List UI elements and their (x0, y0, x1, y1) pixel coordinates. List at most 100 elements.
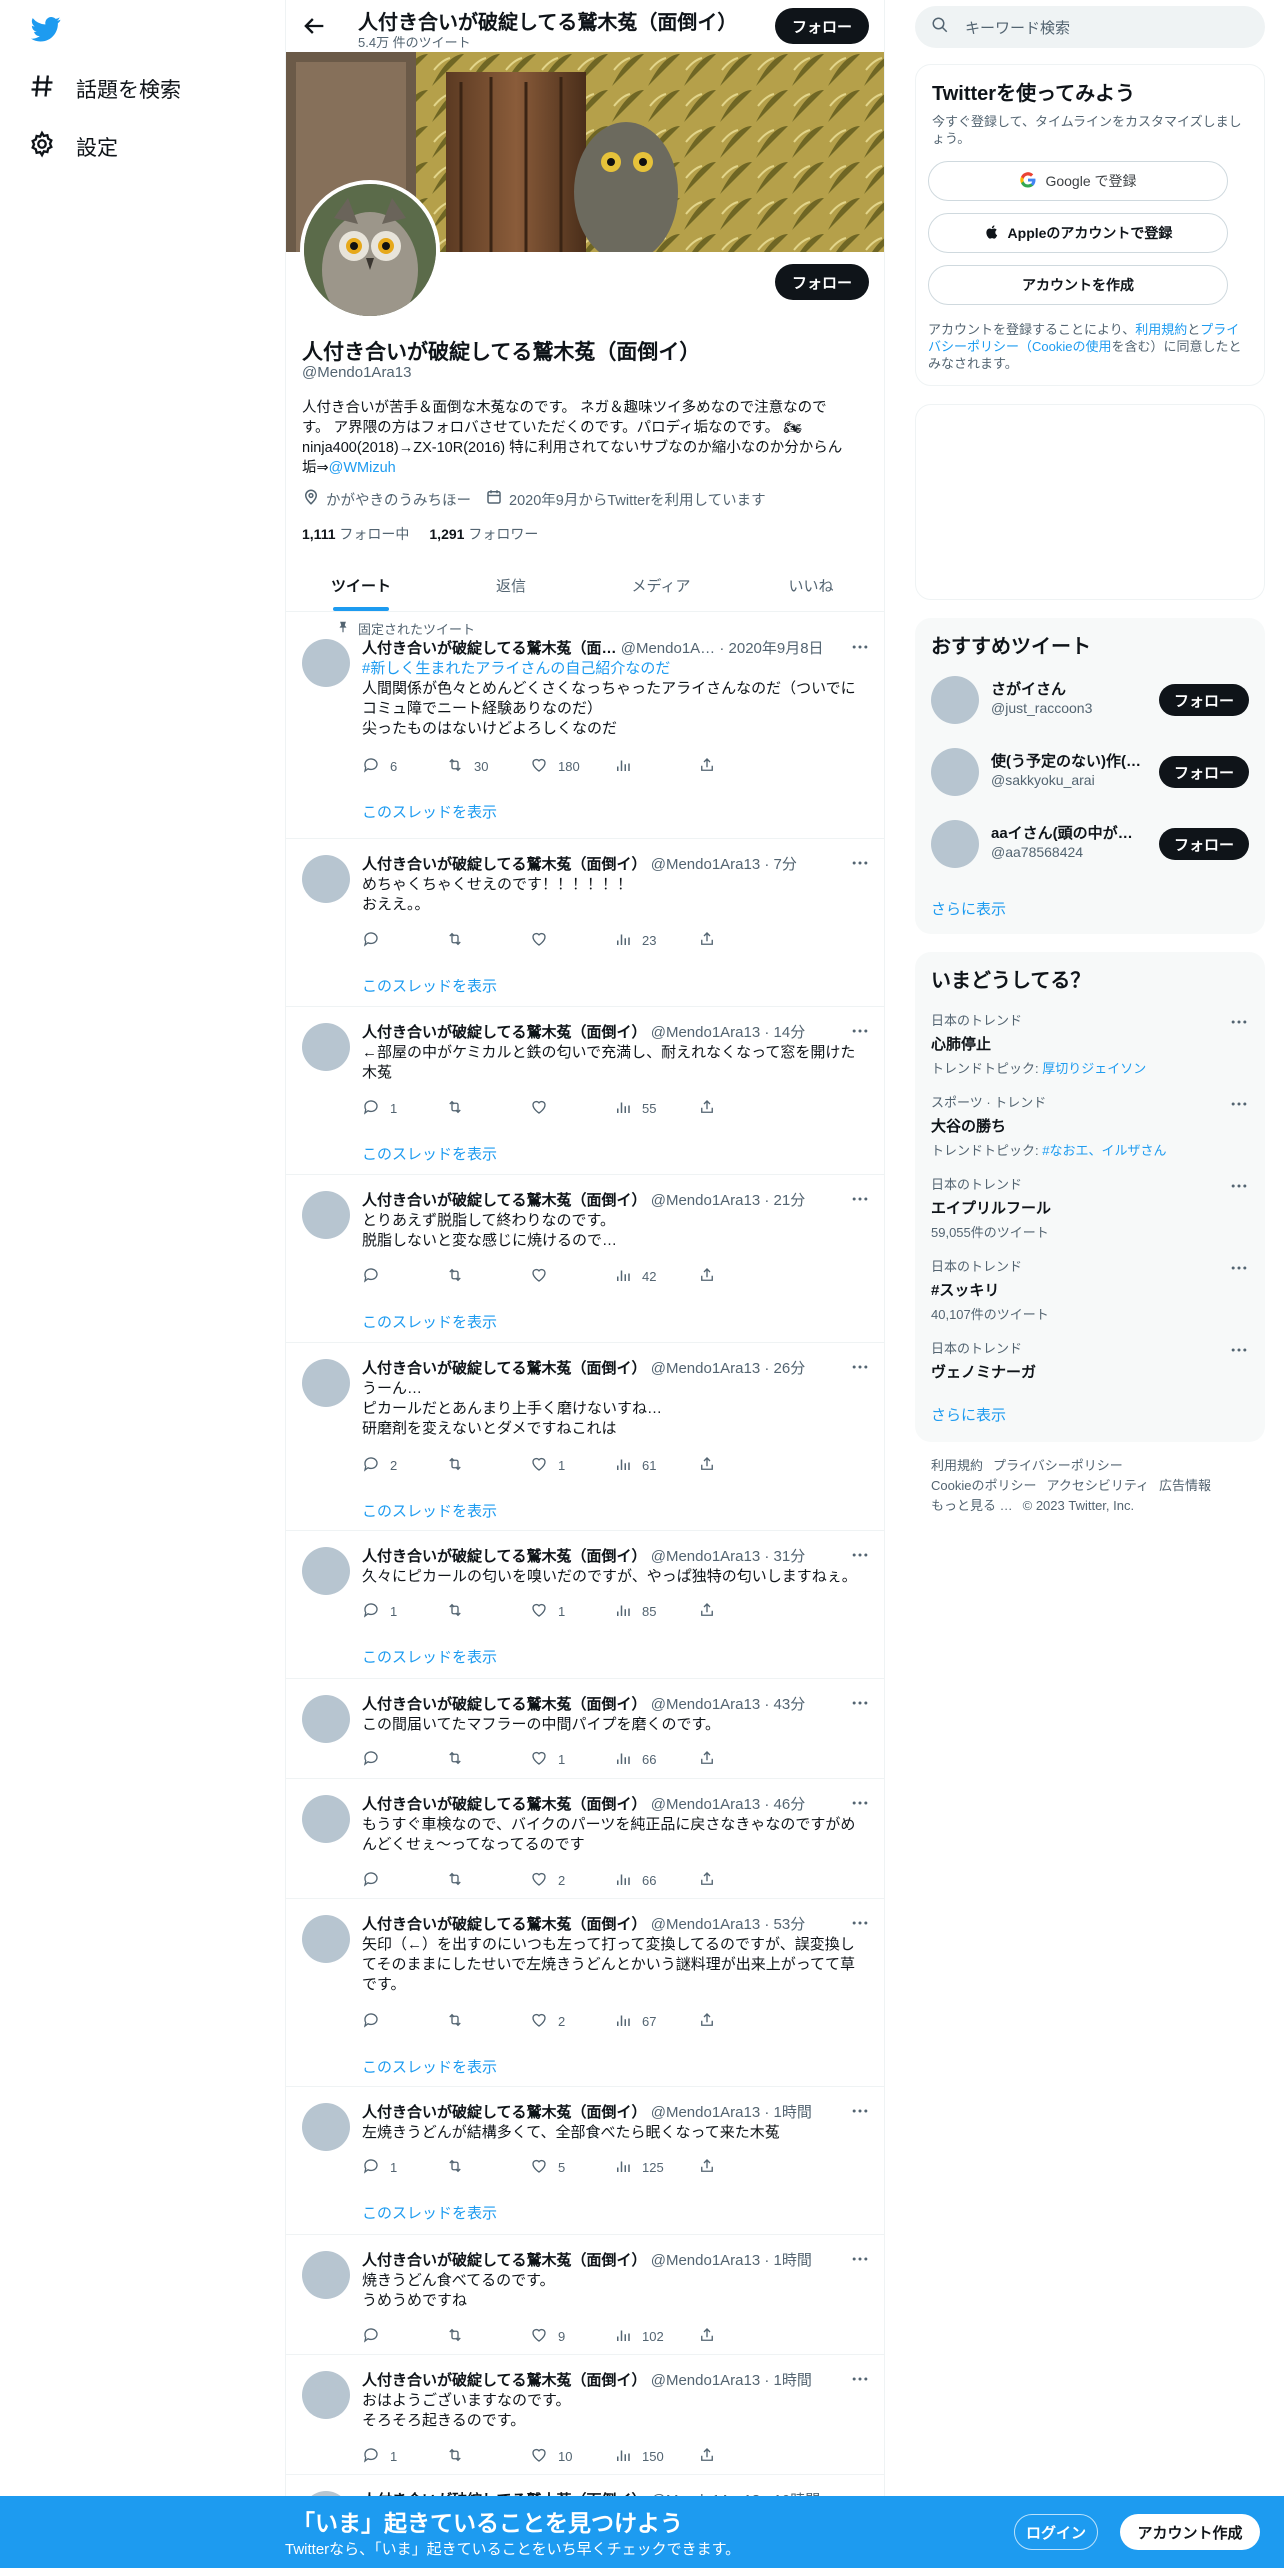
reply-action[interactable] (362, 2325, 446, 2347)
reply-action[interactable]: 1 (362, 1600, 446, 1622)
twitter-logo-icon[interactable] (28, 14, 64, 44)
trend-topic-link[interactable]: 厚切りジェイソン (1042, 1061, 1146, 1076)
show-thread-link[interactable]: このスレッドを表示 (362, 1646, 497, 1667)
footer-link[interactable]: 広告情報 (1159, 1478, 1211, 1493)
tweet[interactable]: 人付き合いが破綻してる鷲木菟（面倒イ） @Mendo1Ara13 · 46分 もう… (286, 1779, 884, 1899)
more-icon[interactable] (850, 2249, 870, 2269)
retweet-action[interactable]: 30 (446, 755, 530, 777)
avatar[interactable] (302, 1023, 350, 1071)
retweet-action[interactable] (446, 1097, 530, 1119)
views-action[interactable]: 66 (614, 1748, 698, 1770)
footer-link[interactable]: プライバシーポリシー (993, 1458, 1123, 1473)
reply-action[interactable]: 1 (362, 2156, 446, 2178)
retweet-action[interactable] (446, 2445, 530, 2467)
profile-follow-button[interactable]: フォロー (775, 264, 869, 300)
views-action[interactable]: 150 (614, 2445, 698, 2467)
tweet[interactable]: 人付き合いが破綻してる鷲木菟（面倒イ） @Mendo1Ara13 · 26分 うー… (286, 1343, 884, 1531)
reply-action[interactable]: 6 (362, 755, 446, 777)
following-link[interactable]: 1,111 フォロー中 (302, 524, 409, 544)
avatar[interactable] (302, 2371, 350, 2419)
views-action[interactable] (614, 755, 698, 777)
avatar[interactable] (302, 1191, 350, 1239)
suggested-user[interactable]: さがイさん @just_raccoon3 フォロー (931, 670, 1249, 730)
share-action[interactable] (698, 1265, 782, 1287)
trend-item[interactable]: 日本のトレンド 心肺停止 トレンドトピック: 厚切りジェイソン (931, 1010, 1249, 1077)
more-icon[interactable] (850, 1793, 870, 1813)
followers-link[interactable]: 1,291 フォロワー (429, 524, 538, 544)
reply-action[interactable]: 2 (362, 1454, 446, 1476)
trends-show-more[interactable]: さらに表示 (931, 1404, 1006, 1425)
google-signup-button[interactable]: Google で登録 (928, 161, 1228, 201)
tweet-author-name[interactable]: 人付き合いが破綻してる鷲木菟（面倒イ） (362, 1916, 647, 1933)
like-action[interactable]: 1 (530, 1600, 614, 1622)
show-thread-link[interactable]: このスレッドを表示 (362, 1311, 497, 1332)
like-action[interactable] (530, 1097, 614, 1119)
footer-link[interactable]: 利用規約 (931, 1458, 983, 1473)
like-action[interactable]: 2 (530, 1869, 614, 1891)
trend-item[interactable]: 日本のトレンド #スッキリ 40,107件のツイート (931, 1256, 1249, 1323)
reply-action[interactable]: 1 (362, 1097, 446, 1119)
share-action[interactable] (698, 2445, 782, 2467)
like-action[interactable]: 2 (530, 2010, 614, 2032)
login-button[interactable]: ログイン (1014, 2514, 1098, 2550)
tweet-author-name[interactable]: 人付き合いが破綻してる鷲木菟（面倒イ） (362, 1696, 647, 1713)
more-icon[interactable] (850, 2101, 870, 2121)
share-action[interactable] (698, 1869, 782, 1891)
share-action[interactable] (698, 755, 782, 777)
share-action[interactable] (698, 929, 782, 951)
like-action[interactable]: 5 (530, 2156, 614, 2178)
back-arrow-icon[interactable] (300, 12, 328, 40)
show-thread-link[interactable]: このスレッドを表示 (362, 975, 497, 996)
views-action[interactable]: 66 (614, 1869, 698, 1891)
like-action[interactable]: 1 (530, 1748, 614, 1770)
more-icon[interactable] (1229, 1094, 1249, 1114)
avatar[interactable] (302, 855, 350, 903)
tweet[interactable]: 人付き合いが破綻してる鷲木菟（面倒イ） @Mendo1Ara13 · 1時間 焼き… (286, 2235, 884, 2355)
like-action[interactable]: 10 (530, 2445, 614, 2467)
footer-link[interactable]: アクセシビリティ (1046, 1478, 1149, 1493)
trend-item[interactable]: スポーツ · トレンド 大谷の勝ち トレンドトピック: #なおエ、イルザさん (931, 1092, 1249, 1159)
tweet[interactable]: 人付き合いが破綻してる鷲木菟（面倒イ） @Mendo1Ara13 · 21分 とり… (286, 1175, 884, 1343)
views-action[interactable]: 67 (614, 2010, 698, 2032)
avatar[interactable] (302, 2103, 350, 2151)
suggested-user[interactable]: aaイさん(頭の中が荒… @aa78568424 フォロー (931, 814, 1249, 874)
follow-button[interactable]: フォロー (1159, 684, 1249, 716)
views-action[interactable]: 42 (614, 1265, 698, 1287)
reply-action[interactable] (362, 2010, 446, 2032)
avatar[interactable] (302, 1547, 350, 1595)
tweet[interactable]: 人付き合いが破綻してる鷲木菟（面倒イ） @Mendo1Ara13 · 53分 矢印… (286, 1899, 884, 2087)
tweet-author-name[interactable]: 人付き合いが破綻してる鷲木菟（面倒イ） (362, 856, 647, 873)
share-action[interactable] (698, 1454, 782, 1476)
apple-signup-button[interactable]: Appleのアカウントで登録 (928, 213, 1228, 253)
share-action[interactable] (698, 2325, 782, 2347)
tab-media[interactable]: メディア (586, 560, 736, 611)
more-icon[interactable] (1229, 1258, 1249, 1278)
views-action[interactable]: 102 (614, 2325, 698, 2347)
retweet-action[interactable] (446, 1265, 530, 1287)
footer-link[interactable]: もっと見る … (931, 1498, 1013, 1513)
hashtag-link[interactable]: #新しく生まれたアライさんの自己紹介なのだ (362, 659, 872, 679)
retweet-action[interactable] (446, 1454, 530, 1476)
profile-avatar[interactable] (300, 180, 440, 320)
retweet-action[interactable] (446, 2156, 530, 2178)
search-input[interactable]: キーワード検索 (915, 6, 1265, 48)
reply-action[interactable] (362, 929, 446, 951)
nav-explore[interactable]: 話題を検索 (28, 72, 181, 106)
avatar[interactable] (302, 2251, 350, 2299)
show-thread-link[interactable]: このスレッドを表示 (362, 2056, 497, 2077)
bio-mention-link[interactable]: @WMizuh (329, 460, 396, 476)
tweet-author-name[interactable]: 人付き合いが破綻してる鷲木菟（面… (362, 640, 617, 657)
recommend-show-more[interactable]: さらに表示 (931, 898, 1006, 919)
header-follow-button[interactable]: フォロー (775, 8, 869, 44)
tweet[interactable]: 人付き合いが破綻してる鷲木菟（面倒イ） @Mendo1Ara13 · 1時間 左焼… (286, 2087, 884, 2235)
more-icon[interactable] (850, 1545, 870, 1565)
share-action[interactable] (698, 1097, 782, 1119)
follow-button[interactable]: フォロー (1159, 756, 1249, 788)
tweet-author-name[interactable]: 人付き合いが破綻してる鷲木菟（面倒イ） (362, 1548, 647, 1565)
tweet-author-name[interactable]: 人付き合いが破綻してる鷲木菟（面倒イ） (362, 1796, 647, 1813)
tweet[interactable]: 固定されたツイート 人付き合いが破綻してる鷲木菟（面… @Mendo1A… · 2… (286, 613, 884, 839)
views-action[interactable]: 61 (614, 1454, 698, 1476)
tweet-author-name[interactable]: 人付き合いが破綻してる鷲木菟（面倒イ） (362, 1192, 647, 1209)
like-action[interactable]: 180 (530, 755, 614, 777)
tweet[interactable]: 人付き合いが破綻してる鷲木菟（面倒イ） @Mendo1Ara13 · 1時間 おは… (286, 2355, 884, 2475)
